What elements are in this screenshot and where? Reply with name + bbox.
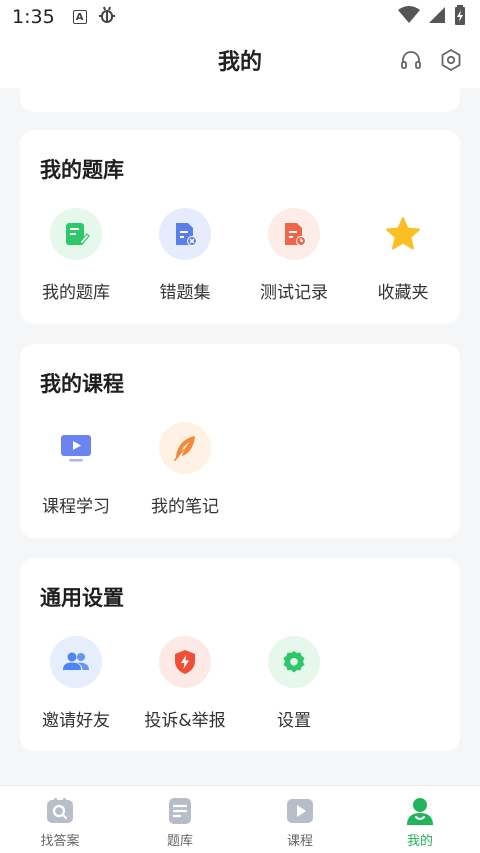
battery-icon — [454, 5, 466, 29]
invite-friends-icon-circle — [50, 636, 102, 688]
tiku-section-title: 我的题库 — [40, 158, 124, 182]
settings-item[interactable]: 设置 — [239, 636, 349, 731]
gear-icon — [283, 651, 305, 673]
complaint-report-item[interactable]: 投诉&举报 — [130, 636, 240, 731]
test-record-item[interactable]: 测试记录 — [239, 208, 349, 303]
clock-doc-icon — [285, 223, 306, 246]
error-doc-icon — [176, 223, 197, 246]
headphones-icon[interactable] — [399, 48, 423, 72]
course-study-item[interactable]: 课程学习 — [21, 422, 131, 517]
tab-find-answer[interactable]: 找答案 — [0, 786, 120, 853]
tab-mine[interactable]: 我的 — [360, 786, 480, 853]
error-set-item[interactable]: 错题集 — [130, 208, 240, 303]
app-header: 我的 — [0, 34, 480, 88]
my-tiku-icon-circle — [50, 208, 102, 260]
keyboard-a-icon: A — [72, 10, 87, 24]
feather-icon — [174, 436, 195, 461]
search-icon — [47, 798, 73, 823]
settings-gear-icon[interactable] — [439, 48, 463, 72]
complaint-report-label: 投诉&举报 — [144, 711, 226, 731]
my-tiku-label: 我的题库 — [42, 283, 110, 303]
profile-card-partial — [20, 88, 460, 112]
users-icon — [63, 652, 89, 670]
favorites-label: 收藏夹 — [377, 283, 429, 303]
course-card: 我的课程 课程学习 我的笔记 — [20, 344, 460, 538]
my-tiku-item[interactable]: 我的题库 — [21, 208, 131, 303]
wifi-icon — [398, 6, 420, 28]
video-screen-icon — [61, 435, 91, 462]
course-study-label: 课程学习 — [42, 497, 110, 517]
course-section-title: 我的课程 — [40, 372, 124, 396]
shield-icon — [175, 650, 195, 674]
bug-icon — [97, 5, 117, 30]
my-notes-item[interactable]: 我的笔记 — [130, 422, 240, 517]
favorites-icon-circle — [377, 208, 429, 260]
course-study-icon-circle — [50, 422, 102, 474]
bottom-tab-bar: 找答案 题库 课程 我的 — [0, 785, 480, 853]
error-set-label: 错题集 — [159, 283, 211, 303]
settings-card: 通用设置 邀请好友 投诉&举报 设置 — [20, 558, 460, 751]
tab-label-mine: 我的 — [406, 834, 433, 849]
tab-label-course: 课程 — [286, 834, 313, 849]
user-icon — [407, 798, 433, 825]
play-icon — [287, 799, 313, 823]
document-icon — [169, 798, 191, 824]
status-time: 1:35 — [12, 6, 55, 28]
tiku-card: 我的题库 我的题库 错题集 测试记录 收藏夹 — [20, 130, 460, 324]
star-icon — [386, 217, 420, 250]
tab-label-tiku: 题库 — [166, 834, 193, 849]
invite-friends-label: 邀请好友 — [42, 711, 110, 731]
edit-doc-icon — [66, 223, 90, 245]
error-set-icon-circle — [159, 208, 211, 260]
tab-label-find-answer: 找答案 — [40, 834, 80, 849]
my-notes-label: 我的笔记 — [151, 497, 219, 517]
tab-tiku[interactable]: 题库 — [120, 786, 240, 853]
settings-label: 设置 — [277, 711, 311, 731]
content-scroll[interactable]: 我的题库 我的题库 错题集 测试记录 收藏夹 我的课程 课程学习 我的笔记 通用… — [0, 88, 480, 785]
status-bar: 1:35 A — [0, 0, 480, 34]
my-notes-icon-circle — [159, 422, 211, 474]
invite-friends-item[interactable]: 邀请好友 — [21, 636, 131, 731]
test-record-icon-circle — [268, 208, 320, 260]
complaint-report-icon-circle — [159, 636, 211, 688]
settings-icon-circle — [268, 636, 320, 688]
signal-icon — [428, 6, 446, 28]
test-record-label: 测试记录 — [260, 283, 328, 303]
settings-section-title: 通用设置 — [40, 586, 124, 610]
tab-course[interactable]: 课程 — [240, 786, 360, 853]
favorites-item[interactable]: 收藏夹 — [348, 208, 458, 303]
